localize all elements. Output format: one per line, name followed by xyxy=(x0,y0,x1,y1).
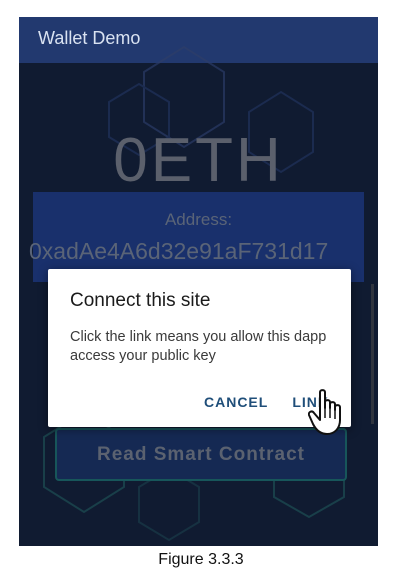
device-side-button xyxy=(371,284,374,424)
dialog-message: Click the link means you allow this dapp… xyxy=(70,329,327,364)
phone-screen: Wallet Demo 0ETH Address: 0xadAe4A6d32e9… xyxy=(19,17,378,546)
dialog-title: Connect this site xyxy=(70,290,211,311)
figure-caption: Figure 3.3.3 xyxy=(158,551,244,568)
hand-pointer-icon xyxy=(308,389,341,435)
cancel-button[interactable]: CANCEL xyxy=(204,394,268,410)
connect-dialog: Connect this site Click the link means y… xyxy=(48,269,351,427)
